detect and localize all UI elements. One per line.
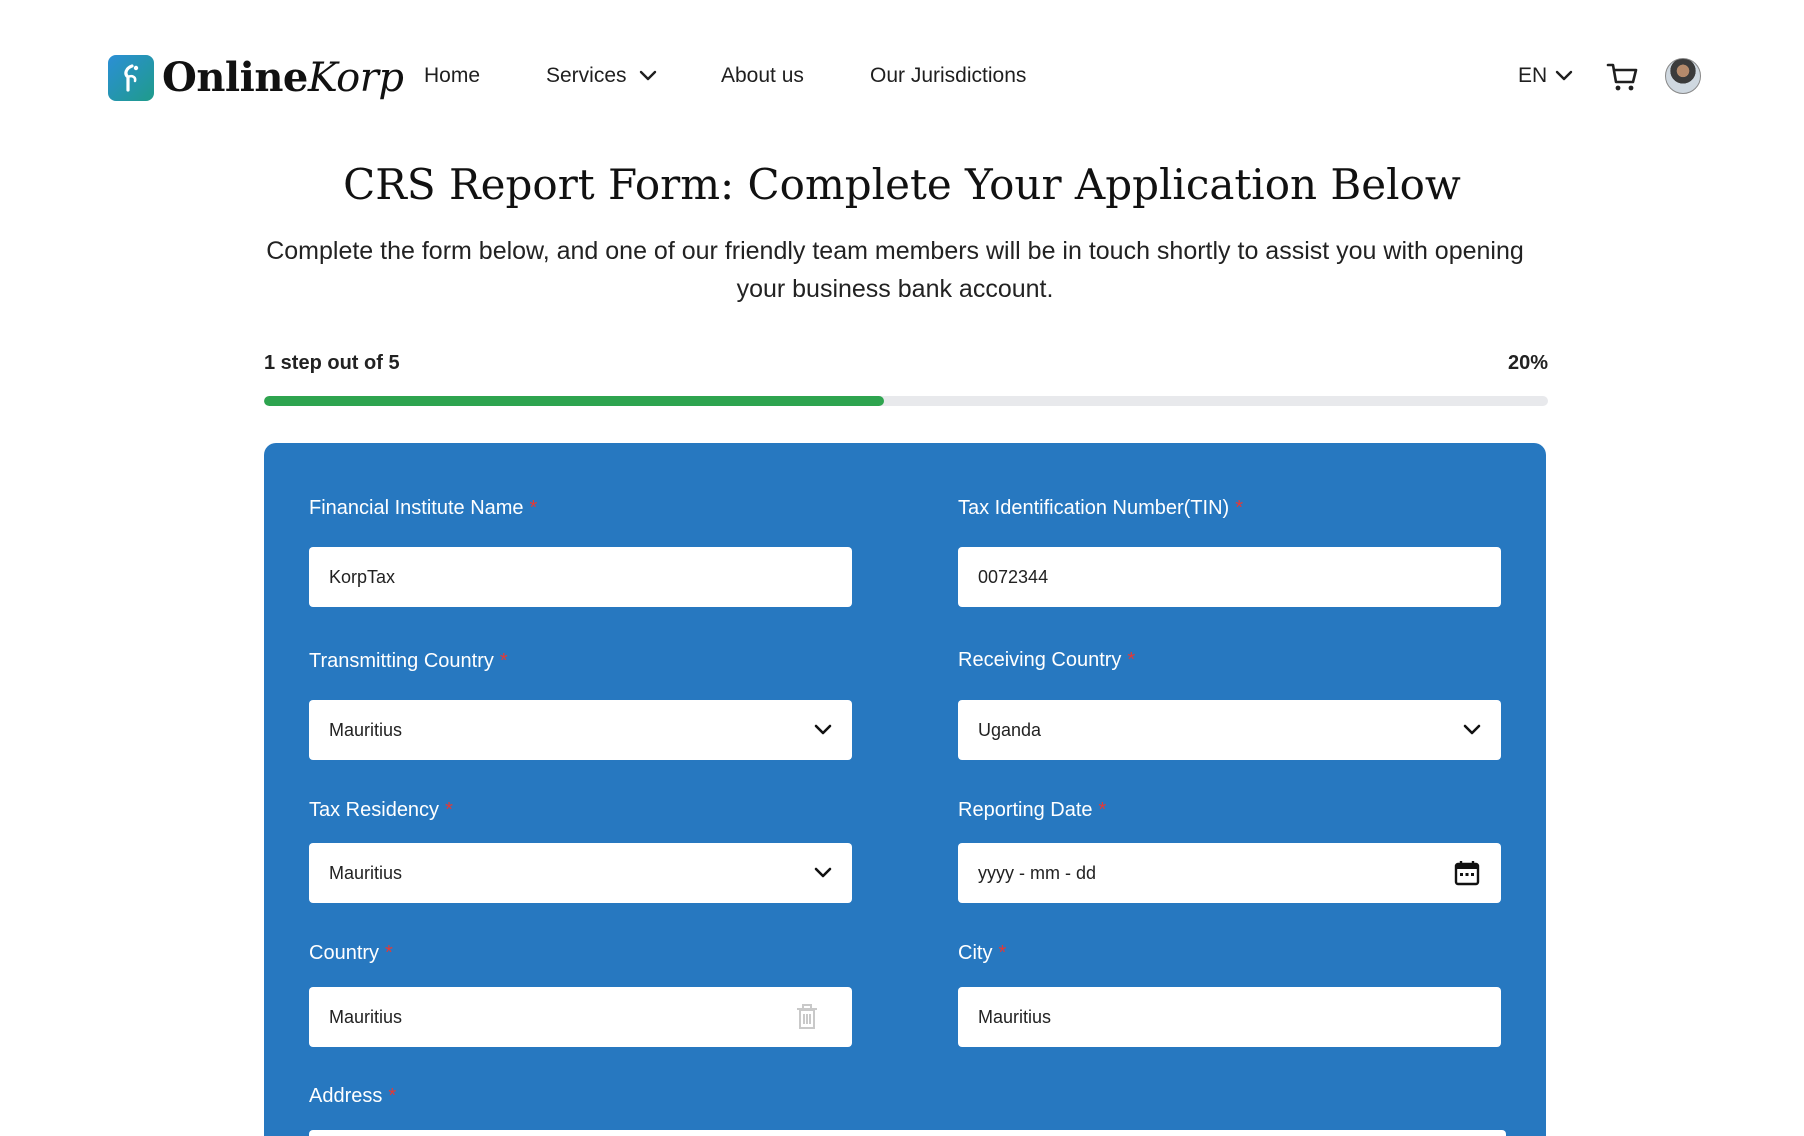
trash-icon[interactable] <box>794 1003 820 1031</box>
calendar-icon[interactable] <box>1453 859 1481 887</box>
logo-mark-icon <box>108 54 154 101</box>
progress-percent: 20% <box>1507 352 1548 374</box>
nav-about[interactable]: About us <box>721 64 804 88</box>
user-avatar[interactable] <box>1665 58 1701 94</box>
chevron-down-icon <box>1555 70 1573 81</box>
nav-home[interactable]: Home <box>424 64 480 88</box>
crs-form-card: Financial Institute Name * KorpTax Tax Id… <box>264 443 1546 1136</box>
site-header: OnlineKorp Home Services About us Our Ju… <box>0 0 1804 156</box>
brand-logo[interactable]: OnlineKorp <box>108 54 404 101</box>
reporting-date-input[interactable]: yyyy - mm - dd <box>958 843 1501 903</box>
institute-name-label: Financial Institute Name * <box>309 497 538 519</box>
progress-bar-fill <box>264 396 885 406</box>
address-label: Address * <box>309 1085 397 1107</box>
brand-name: OnlineKorp <box>162 54 404 101</box>
page-subtitle: Complete the form below, and one of our … <box>266 237 1524 303</box>
chevron-down-icon <box>814 724 832 735</box>
tin-label: Tax Identification Number(TIN) * <box>958 497 1243 519</box>
progress-bar <box>264 396 1548 406</box>
page-title: CRS Report Form: Complete Your Applicati… <box>343 160 1461 209</box>
reporting-date-label: Reporting Date * <box>958 799 1107 821</box>
city-label: City * <box>958 942 1007 964</box>
address-input[interactable] <box>309 1130 1506 1136</box>
chevron-down-icon <box>1463 724 1481 735</box>
tax-residency-label: Tax Residency * <box>309 799 453 821</box>
nav-jurisdictions[interactable]: Our Jurisdictions <box>870 64 1026 88</box>
receiving-country-select[interactable]: Uganda <box>958 700 1501 760</box>
chevron-down-icon <box>639 70 656 81</box>
step-indicator: 1 step out of 5 <box>264 352 400 374</box>
country-label: Country * <box>309 942 393 964</box>
transmitting-country-select[interactable]: Mauritius <box>309 700 852 760</box>
transmitting-country-label: Transmitting Country * <box>309 650 508 672</box>
country-input[interactable]: Mauritius <box>309 987 852 1047</box>
receiving-country-label: Receiving Country * <box>958 649 1136 671</box>
tax-residency-select[interactable]: Mauritius <box>309 843 852 903</box>
cart-icon[interactable] <box>1606 62 1640 97</box>
reporting-date-placeholder: yyyy - mm - dd <box>978 862 1097 883</box>
city-input[interactable]: Mauritius <box>958 987 1501 1047</box>
tin-input[interactable]: 0072344 <box>958 547 1501 607</box>
language-selector[interactable]: EN <box>1518 64 1573 88</box>
institute-name-input[interactable]: KorpTax <box>309 547 852 607</box>
nav-services[interactable]: Services <box>546 64 657 88</box>
chevron-down-icon <box>814 867 832 878</box>
